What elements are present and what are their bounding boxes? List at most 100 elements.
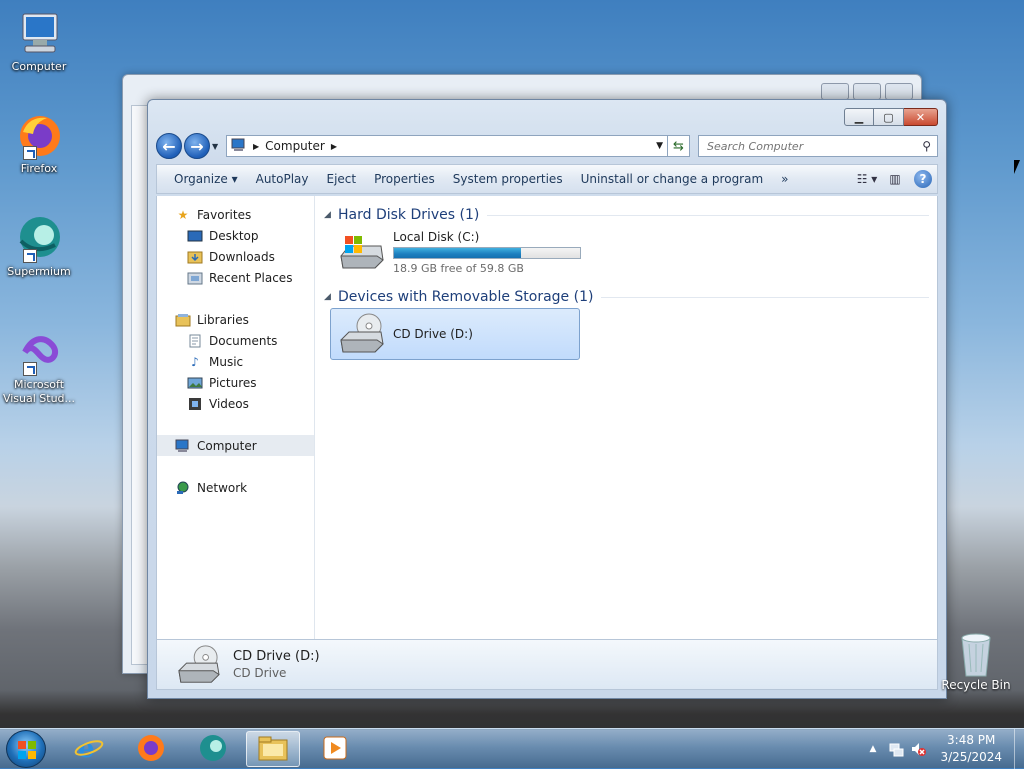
taskbar: e ▲ 3:48 PM 3/25/2024 [0,728,1024,769]
shortcut-arrow-icon [23,146,37,160]
music-note-icon: ♪ [191,354,199,369]
taskbar-supermium[interactable] [186,731,240,767]
cd-drive-icon [337,312,385,356]
nav-recent-places[interactable]: Recent Places [157,267,314,288]
minimize-button[interactable]: ▁ [844,108,874,126]
details-item-type: CD Drive [233,666,287,680]
system-properties-button[interactable]: System properties [444,164,572,194]
clock-date: 3/25/2024 [940,750,1002,764]
supermium-icon [15,215,63,263]
autoplay-button[interactable]: AutoPlay [247,164,318,194]
preview-pane-icon: ▥ [889,172,901,186]
maximize-icon: ▢ [883,110,894,124]
internet-explorer-icon: e [74,733,104,766]
breadcrumb-separator-icon[interactable]: ▶ [331,142,337,151]
search-input[interactable] [705,138,923,154]
drive-cd-d[interactable]: CD Drive (D:) [330,308,580,360]
nav-downloads[interactable]: Downloads [157,246,314,267]
address-bar[interactable]: ▶ Computer ▶ ▼ [226,135,668,157]
refresh-icon: ⇆ [673,138,684,154]
nav-documents[interactable]: Documents [157,330,314,351]
taskbar-firefox[interactable] [124,731,178,767]
drive-local-disk-c[interactable]: Local Disk (C:) 18.9 GB free of 59.8 GB [330,226,581,278]
start-button[interactable] [6,730,46,768]
more-commands-button[interactable]: » [772,164,797,194]
arrow-right-icon: → [190,136,204,156]
details-item-name: CD Drive (D:) [233,649,320,664]
group-header-removable-storage[interactable]: ◢ Devices with Removable Storage (1) [324,286,929,308]
close-button[interactable] [885,83,913,100]
taskbar-windows-explorer[interactable] [246,731,300,767]
system-tray: ▲ 3:48 PM 3/25/2024 [870,729,1010,769]
command-bar: Organize ▾ AutoPlay Eject Properties Sys… [156,164,938,194]
close-button[interactable]: ✕ [904,108,938,126]
recent-places-icon [187,271,203,285]
videos-icon [187,397,203,411]
search-icon[interactable]: ⚲ [922,139,931,153]
properties-button[interactable]: Properties [365,164,444,194]
breadcrumb-separator-icon[interactable]: ▶ [253,142,259,151]
drive-name: CD Drive (D:) [393,327,473,341]
help-button[interactable]: ? [909,167,937,191]
show-desktop-button[interactable] [1014,729,1024,769]
close-icon: ✕ [915,110,926,124]
uninstall-program-button[interactable]: Uninstall or change a program [572,164,773,194]
taskbar-internet-explorer[interactable]: e [62,731,116,767]
minimize-button[interactable] [821,83,849,100]
desktop-icon-recycle-bin[interactable]: Recycle Bin [940,630,1012,692]
nav-desktop[interactable]: Desktop [157,225,314,246]
volume-muted-icon[interactable] [910,741,927,757]
eject-button[interactable]: Eject [318,164,366,194]
firefox-icon [136,733,166,766]
folder-icon [257,734,289,765]
computer-icon [231,138,247,155]
network-tray-icon[interactable] [888,741,904,757]
nav-videos[interactable]: Videos [157,393,314,414]
nav-libraries[interactable]: Libraries [157,309,314,330]
nav-computer[interactable]: Computer [157,435,314,456]
refresh-button[interactable]: ⇆ [668,135,690,157]
downloads-folder-icon [187,250,203,264]
explorer-body: ★ Favorites Desktop Downloads Recent Plac… [156,196,938,640]
taskbar-clock[interactable]: 3:48 PM 3/25/2024 [940,732,1002,766]
drive-free-space: 18.9 GB free of 59.8 GB [393,261,524,275]
desktop-icon-visual-studio[interactable]: Microsoft Visual Stud... [0,328,78,406]
drive-name: Local Disk (C:) [393,229,480,244]
maximize-button[interactable] [853,83,881,100]
collapse-triangle-icon[interactable]: ◢ [324,292,338,302]
mouse-cursor [1014,160,1020,174]
back-button[interactable]: ← [156,133,182,159]
preview-pane-button[interactable]: ▥ [881,167,909,191]
navigation-pane[interactable]: ★ Favorites Desktop Downloads Recent Plac… [157,196,315,639]
hard-disk-icon [337,230,385,274]
desktop-icon-label: Recycle Bin [941,678,1011,692]
desktop-icon-label: Computer [11,60,67,73]
desktop-icon-computer[interactable]: Computer [0,10,78,74]
search-box[interactable]: ⚲ [698,135,938,157]
desktop-icon-label: Supermium [7,265,71,278]
nav-pictures[interactable]: Pictures [157,372,314,393]
clock-time: 3:48 PM [947,733,996,747]
desktop-icon-firefox[interactable]: Firefox [0,112,78,176]
nav-favorites[interactable]: ★ Favorites [157,204,314,225]
explorer-window[interactable]: ▁ ▢ ✕ ← → ▼ ▶ Computer ▶ ▼ ⇆ ⚲ Organize … [147,99,947,699]
nav-network[interactable]: Network [157,477,314,498]
address-dropdown-icon[interactable]: ▼ [656,141,663,151]
taskbar-media-player[interactable] [308,731,362,767]
recent-pages-dropdown[interactable]: ▼ [212,142,222,151]
drive-usage-bar [393,246,581,259]
nav-music[interactable]: ♪ Music [157,351,314,372]
svg-text:e: e [78,734,95,763]
desktop-icon-label: Microsoft Visual Stud... [2,378,76,405]
group-header-hard-disk-drives[interactable]: ◢ Hard Disk Drives (1) [324,204,929,226]
view-options-button[interactable]: ☷ ▾ [853,167,881,191]
maximize-button[interactable]: ▢ [874,108,904,126]
content-pane[interactable]: ◢ Hard Disk Drives (1) Local Disk (C:) 1… [316,196,937,639]
desktop-icon-supermium[interactable]: Supermium [0,215,78,279]
organize-button[interactable]: Organize ▾ [165,164,247,194]
show-hidden-icons-icon[interactable]: ▲ [870,744,877,754]
collapse-triangle-icon[interactable]: ◢ [324,210,338,220]
forward-button[interactable]: → [184,133,210,159]
supermium-icon [198,733,228,766]
breadcrumb-computer[interactable]: Computer [265,139,325,153]
